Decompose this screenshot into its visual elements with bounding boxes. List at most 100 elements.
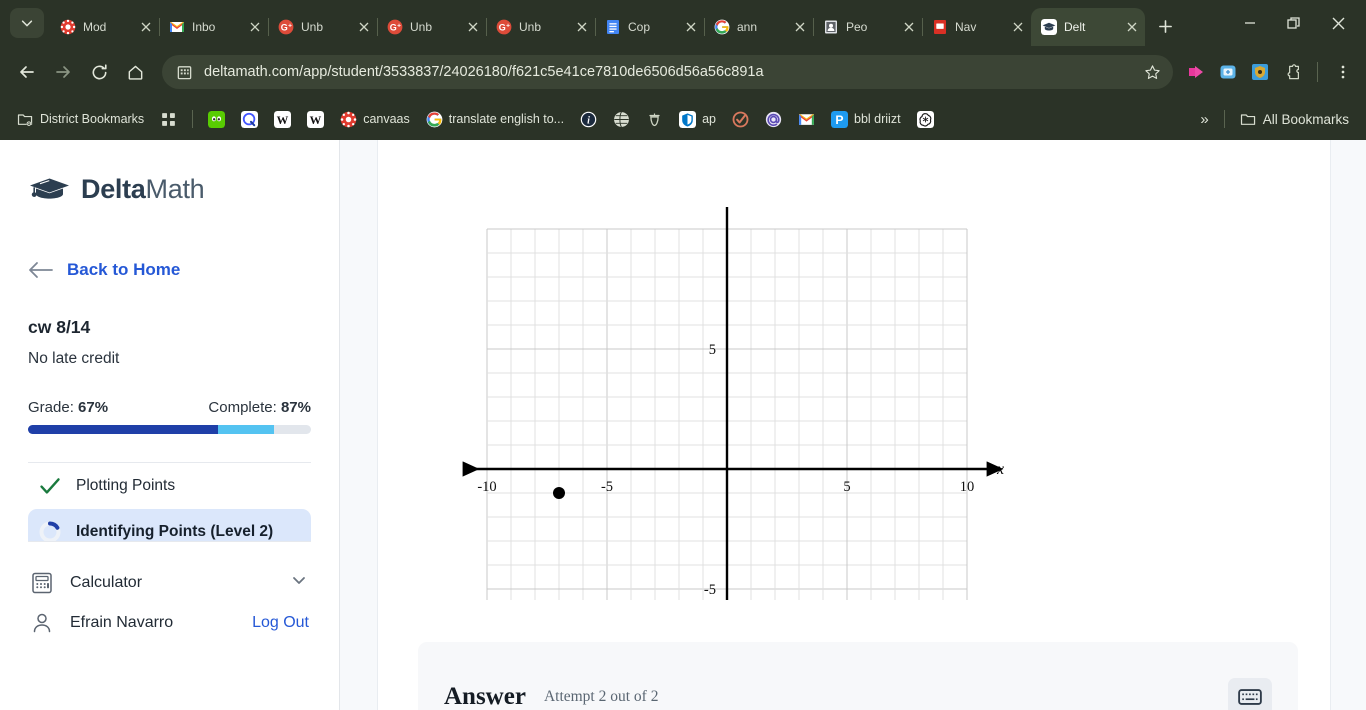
minimize-button[interactable] — [1228, 3, 1272, 43]
bookmark-star-button[interactable] — [1139, 59, 1165, 85]
close-icon — [1127, 22, 1137, 32]
tab-title: Mod — [83, 20, 107, 34]
googleplus-icon: G + — [278, 19, 294, 35]
bookmarks-overflow-button[interactable]: » — [1193, 107, 1215, 132]
bookmark-item[interactable] — [606, 107, 637, 132]
svg-text:W: W — [277, 113, 289, 126]
sidebar-topic-item[interactable]: Plotting Points — [28, 463, 311, 509]
browser-tab[interactable]: G + Unb — [486, 8, 595, 46]
at-sign-icon — [765, 111, 782, 128]
tab-close-button[interactable] — [355, 18, 373, 36]
gmail-icon — [169, 19, 185, 35]
bookmark-label: District Bookmarks — [40, 112, 145, 126]
tab-close-button[interactable] — [573, 18, 591, 36]
maximize-button[interactable] — [1272, 3, 1316, 43]
quizlet-icon — [241, 110, 259, 128]
tab-close-button[interactable] — [900, 18, 918, 36]
bookmark-item[interactable]: Pbbl driizt — [824, 107, 908, 132]
tab-close-button[interactable] — [1009, 18, 1027, 36]
tab-title: ann — [737, 20, 758, 34]
bookmark-item[interactable] — [639, 107, 670, 132]
close-icon — [904, 22, 914, 32]
logout-link[interactable]: Log Out — [252, 614, 309, 632]
gmail-icon — [798, 111, 815, 128]
lastpass-icon-button[interactable] — [1247, 59, 1273, 85]
reload-button[interactable] — [82, 55, 116, 89]
bookmark-item[interactable]: District Bookmarks — [10, 107, 151, 132]
info-icon: i — [580, 111, 597, 128]
tab-strip: Mod Inbo G + Unb G + Unb G + Unb Cop ann Peo Nav Delt — [0, 0, 1366, 46]
calculator-chevron-button[interactable] — [289, 570, 309, 595]
tab-search-button[interactable] — [10, 8, 44, 38]
tab-close-button[interactable] — [464, 18, 482, 36]
browser-tab[interactable]: G + Unb — [377, 8, 486, 46]
tab-close-button[interactable] — [682, 18, 700, 36]
bookmark-item[interactable]: translate english to... — [419, 107, 571, 132]
browser-tab[interactable]: Cop — [595, 8, 704, 46]
tab-close-button[interactable] — [246, 18, 264, 36]
plotted-point[interactable] — [553, 487, 565, 499]
back-button[interactable] — [10, 55, 44, 89]
browser-menu-button[interactable] — [1330, 59, 1356, 85]
bookmark-divider — [1223, 110, 1225, 128]
back-arrow-icon — [20, 66, 34, 78]
close-window-button[interactable] — [1316, 3, 1360, 43]
browser-tab[interactable]: ann — [704, 8, 813, 46]
keyboard-toggle-button[interactable] — [1228, 678, 1272, 710]
pink-play-icon-button[interactable] — [1183, 59, 1209, 85]
svg-text:+: + — [397, 23, 401, 30]
calculator-item[interactable]: Calculator — [28, 562, 311, 603]
bookmark-item[interactable]: i — [573, 107, 604, 132]
coordinate-plane[interactable]: x-10-55105-5-10 — [458, 140, 1018, 710]
address-bar[interactable]: deltamath.com/app/student/3533837/240261… — [162, 55, 1173, 89]
tab-title: Inbo — [192, 20, 216, 34]
all-bookmarks-button[interactable]: All Bookmarks — [1233, 107, 1356, 132]
bookmark-label: canvaas — [363, 112, 410, 126]
bookmark-item[interactable] — [201, 107, 232, 132]
canvas-icon — [340, 111, 357, 128]
bookmark-item[interactable] — [910, 107, 941, 132]
bookmark-item[interactable]: W — [300, 107, 331, 132]
browser-tab[interactable]: Delt — [1031, 8, 1145, 46]
person-icon — [33, 613, 51, 633]
globe-icon — [613, 111, 630, 128]
forward-button[interactable] — [46, 55, 80, 89]
bookmark-item[interactable] — [234, 107, 265, 132]
browser-tab[interactable]: Inbo — [159, 8, 268, 46]
x-tick-label: -5 — [601, 479, 613, 495]
browser-tab[interactable]: Mod — [50, 8, 159, 46]
building-icon — [174, 62, 194, 82]
close-icon — [250, 22, 260, 32]
new-tab-button[interactable] — [1151, 12, 1179, 40]
keyboard-icon — [1238, 689, 1262, 705]
complete-stat: Complete: 87% — [208, 399, 311, 416]
coordinate-graph-svg: x-10-55105-5-10 — [462, 207, 1004, 710]
sidebar-topic-item[interactable]: Identifying Points (Level 2) — [28, 509, 311, 541]
back-to-home-link[interactable]: Back to Home — [28, 260, 311, 280]
bookmark-item[interactable] — [791, 107, 822, 132]
browser-tab[interactable]: Peo — [813, 8, 922, 46]
tab-close-button[interactable] — [791, 18, 809, 36]
bookmark-item[interactable] — [758, 107, 789, 132]
tab-close-button[interactable] — [137, 18, 155, 36]
bookmark-item[interactable] — [725, 107, 756, 132]
bookmark-item[interactable]: W — [267, 107, 298, 132]
bookmark-item[interactable]: canvaas — [333, 107, 417, 132]
extensions-puzzle-button[interactable] — [1279, 59, 1305, 85]
contacts-icon — [823, 19, 839, 35]
bookmark-item[interactable]: ap — [672, 107, 723, 132]
browser-tab[interactable]: Nav — [922, 8, 1031, 46]
browser-toolbar: deltamath.com/app/student/3533837/240261… — [0, 46, 1366, 98]
home-button[interactable] — [118, 55, 152, 89]
blue-box-icon-button[interactable] — [1215, 59, 1241, 85]
duolingo-icon — [208, 110, 226, 128]
logo-delta: Delta — [81, 174, 146, 204]
lastpass-icon — [1252, 64, 1268, 80]
browser-window: Mod Inbo G + Unb G + Unb G + Unb Cop ann Peo Nav Delt — [0, 0, 1366, 710]
green-check-icon — [38, 474, 62, 498]
tab-close-button[interactable] — [1123, 18, 1141, 36]
bookmark-item[interactable] — [153, 107, 184, 132]
answer-title: Answer — [444, 683, 526, 710]
tab-title: Cop — [628, 20, 651, 34]
browser-tab[interactable]: G + Unb — [268, 8, 377, 46]
